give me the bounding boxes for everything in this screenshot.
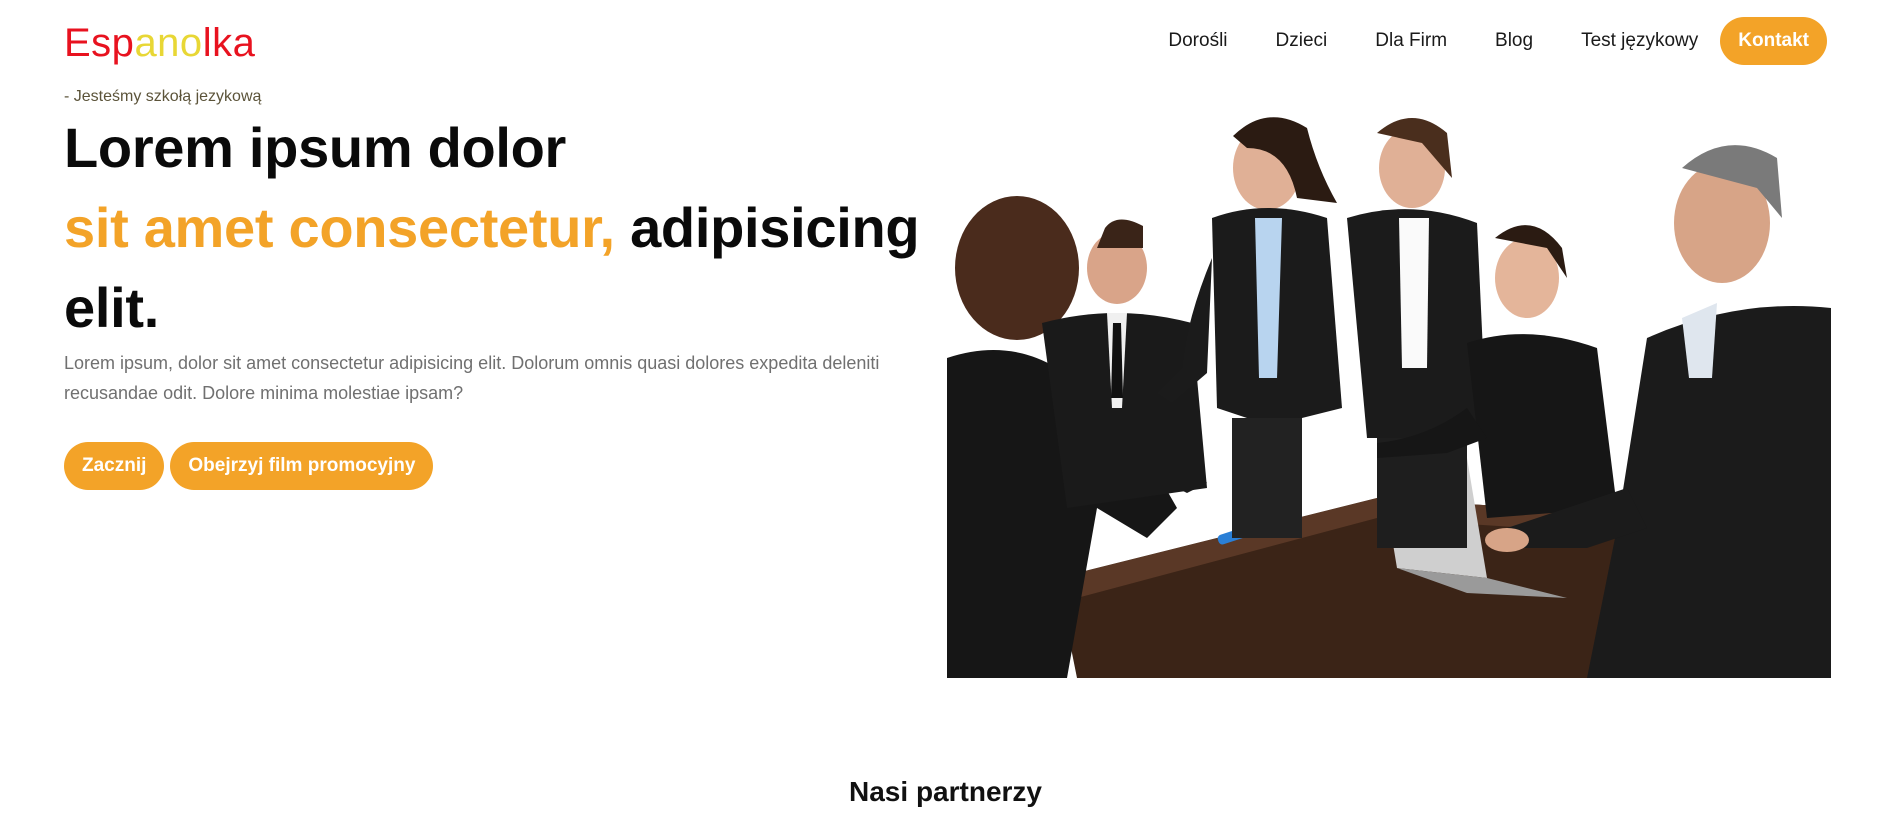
hero-lead: Lorem ipsum, dolor sit amet consectetur … — [64, 353, 880, 403]
nav-item-language-test[interactable]: Test językowy — [1581, 17, 1698, 65]
partners-title: Nasi partnerzy — [849, 776, 1042, 807]
hero-buttons: Zacznij Obejrzyj film promocyjny — [64, 442, 439, 490]
watch-video-button[interactable]: Obejrzyj film promocyjny — [170, 442, 434, 490]
logo[interactable]: Espanolka — [64, 20, 255, 66]
main-nav: Dorośli Dzieci Dla Firm Blog Test języko… — [1168, 17, 1827, 65]
nav-item-kids[interactable]: Dzieci — [1276, 17, 1328, 65]
contact-button[interactable]: Kontakt — [1720, 17, 1827, 65]
start-button[interactable]: Zacznij — [64, 442, 165, 490]
logo-part-3: lka — [202, 21, 256, 65]
hero-tagline: - Jesteśmy szkołą jezykową — [64, 88, 262, 105]
logo-part-2: ano — [134, 21, 203, 65]
logo-part-1: Esp — [64, 21, 135, 65]
site-header: Espanolka Dorośli Dzieci Dla Firm Blog T… — [0, 0, 1891, 82]
headline-line-1: Lorem ipsum dolor — [64, 116, 567, 179]
nav-item-business[interactable]: Dla Firm — [1375, 17, 1447, 65]
hero-headline: Lorem ipsum dolor sit amet consectetur, … — [64, 108, 964, 348]
nav-item-blog[interactable]: Blog — [1495, 17, 1533, 65]
nav-item-adults[interactable]: Dorośli — [1168, 17, 1227, 65]
hero-photo — [947, 108, 1831, 678]
headline-highlight: sit amet consectetur, — [64, 196, 615, 259]
